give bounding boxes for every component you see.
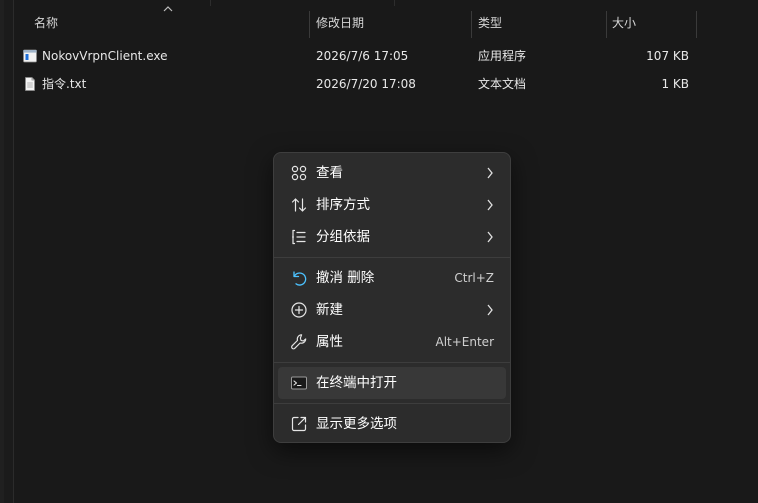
file-modified: 2026/7/20 17:08 [316, 77, 416, 91]
file-modified: 2026/7/6 17:05 [316, 49, 409, 63]
menu-item-show-more-options[interactable]: 显示更多选项 [278, 408, 506, 440]
context-menu: 查看 排序方式 分组依据 撤消 删除 Ctrl+Z 新建 属性 Alt+Ente… [273, 152, 511, 443]
file-size: 1 KB [661, 77, 689, 91]
menu-item-label: 查看 [316, 165, 343, 181]
chevron-right-icon [487, 199, 493, 211]
file-name: 指令.txt [42, 77, 87, 91]
menu-item-label: 分组依据 [316, 229, 370, 245]
menu-item-label: 排序方式 [316, 197, 370, 213]
exe-file-icon [23, 49, 37, 63]
file-type: 应用程序 [478, 49, 527, 63]
file-list: NokovVrpnClient.exe 2026/7/6 17:05 应用程序 … [14, 42, 758, 98]
menu-item-new[interactable]: 新建 [278, 294, 506, 326]
toolbar-remnant [14, 0, 758, 8]
column-header-size[interactable]: 大小 [612, 8, 636, 38]
menu-separator [274, 362, 510, 363]
terminal-icon [291, 376, 307, 390]
chevron-right-icon [487, 231, 493, 243]
text-file-icon [25, 77, 35, 91]
new-plus-icon [291, 302, 307, 318]
undo-icon [293, 271, 307, 286]
file-type: 文本文档 [478, 77, 527, 91]
menu-item-label: 新建 [316, 302, 343, 318]
file-name: NokovVrpnClient.exe [42, 49, 168, 63]
shortcut-label: Ctrl+Z [454, 271, 494, 285]
menu-item-group-by[interactable]: 分组依据 [278, 221, 506, 253]
menu-separator [274, 257, 510, 258]
column-separator[interactable] [309, 11, 310, 38]
toolbar-divider [210, 0, 211, 6]
sort-arrows-icon [291, 198, 307, 212]
menu-item-label: 显示更多选项 [316, 416, 397, 432]
group-list-icon [292, 229, 306, 245]
menu-item-label: 属性 [316, 334, 343, 350]
chevron-right-icon [487, 304, 493, 316]
menu-item-undo-delete[interactable]: 撤消 删除 Ctrl+Z [278, 262, 506, 294]
menu-item-sort-by[interactable]: 排序方式 [278, 189, 506, 221]
chevron-right-icon [487, 167, 493, 179]
file-row[interactable]: NokovVrpnClient.exe 2026/7/6 17:05 应用程序 … [14, 42, 758, 70]
shortcut-label: Alt+Enter [435, 335, 494, 349]
menu-item-label: 撤消 删除 [316, 270, 375, 286]
column-separator[interactable] [606, 11, 607, 38]
column-header-name[interactable]: 名称 [34, 8, 58, 38]
column-separator[interactable] [471, 11, 472, 38]
share-more-icon [291, 416, 307, 432]
navigation-pane-edge [0, 0, 14, 503]
grid-view-icon [291, 165, 307, 181]
sort-ascending-icon [163, 6, 173, 12]
file-size: 107 KB [646, 49, 689, 63]
column-header-type[interactable]: 类型 [478, 8, 502, 38]
menu-item-view[interactable]: 查看 [278, 157, 506, 189]
menu-separator [274, 403, 510, 404]
column-header-modified[interactable]: 修改日期 [316, 8, 364, 38]
menu-item-label: 在终端中打开 [316, 375, 397, 391]
file-row[interactable]: 指令.txt 2026/7/20 17:08 文本文档 1 KB [14, 70, 758, 98]
menu-item-open-in-terminal[interactable]: 在终端中打开 [278, 367, 506, 399]
menu-item-properties[interactable]: 属性 Alt+Enter [278, 326, 506, 358]
wrench-icon [291, 334, 307, 350]
toolbar-divider [394, 0, 395, 6]
column-separator[interactable] [696, 11, 697, 38]
navigation-scrollbar[interactable] [0, 0, 4, 503]
column-header: 名称 修改日期 类型 大小 [14, 6, 758, 38]
